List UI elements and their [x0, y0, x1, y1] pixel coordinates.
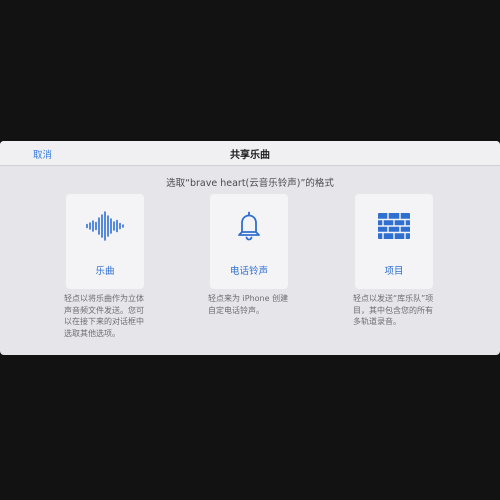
song-option-label: 乐曲	[95, 266, 115, 277]
ringtone-option-label: 电话铃声	[229, 266, 268, 277]
project-option-label: 项目	[384, 266, 404, 277]
project-option-button[interactable]: 项目	[355, 194, 433, 289]
project-option-description: 轻点以发送“库乐队”项目，其中包含您的所有多轨道录音。	[353, 294, 434, 326]
format-prompt: 选取“brave heart(云音乐铃声)”的格式	[166, 178, 334, 189]
navigation-bar: 取消 共享乐曲	[0, 141, 500, 166]
waveform-icon	[66, 210, 144, 242]
ringtone-option-button[interactable]: 电话铃声	[210, 194, 288, 289]
song-option-description: 轻点以将乐曲作为立体声音频文件发送。您可以在接下来的对话框中选取其他选项。	[64, 294, 144, 338]
bricks-icon	[355, 210, 433, 242]
dialog-title: 共享乐曲	[230, 150, 270, 161]
share-song-dialog: 取消 共享乐曲 选取“brave heart(云音乐铃声)”的格式 乐曲 轻点以…	[0, 141, 500, 355]
song-option-button[interactable]: 乐曲	[66, 194, 144, 289]
bell-icon	[210, 210, 288, 242]
ringtone-option-description: 轻点来为 iPhone 创建自定电话铃声。	[208, 294, 289, 315]
